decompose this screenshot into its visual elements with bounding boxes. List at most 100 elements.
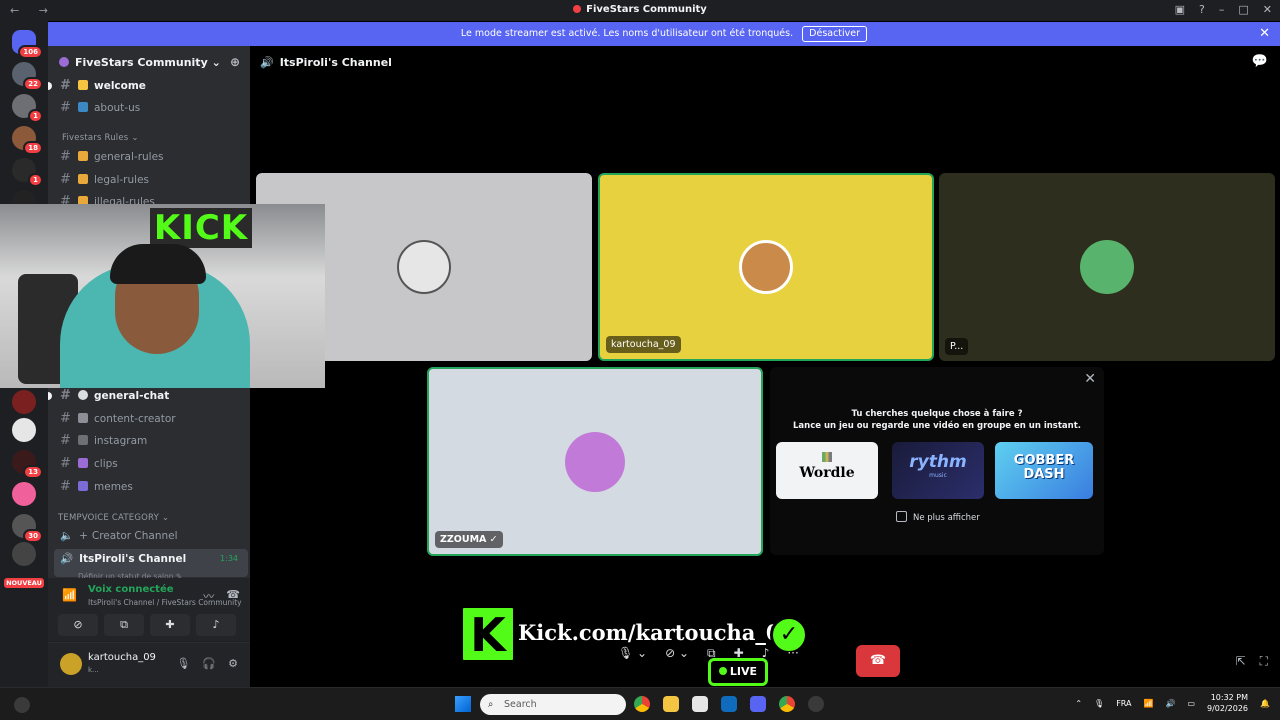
gear-icon[interactable]: ⚙: [228, 657, 238, 670]
user-controls: 🎙 🎧 ⚙: [176, 657, 238, 670]
voice-panel-actions: 〰 ☎: [203, 588, 240, 604]
discord-icon[interactable]: [750, 696, 766, 712]
mention-badge: 13: [23, 465, 43, 479]
system-tray: ⌃ 🎙 FRA 📶 🔊 ▭ 10:32 PM 9/02/2026 🔔: [1075, 692, 1270, 714]
soundboard-button[interactable]: ♪: [196, 614, 236, 636]
fullscreen-icon[interactable]: ⛶: [1260, 654, 1268, 669]
server-icon[interactable]: 13: [12, 450, 43, 479]
close-icon[interactable]: ✕: [1084, 371, 1096, 387]
taskbar-clock[interactable]: 10:32 PM 9/02/2026: [1207, 692, 1248, 714]
wordle-activity-card[interactable]: Wordle: [776, 442, 878, 499]
server-icon: [573, 5, 582, 13]
notification-bell-icon[interactable]: 🔔: [1260, 699, 1270, 708]
server-icon[interactable]: [12, 390, 36, 414]
category-tempvoice[interactable]: TEMPVOICE CATEGORY ⌄: [58, 513, 169, 523]
widgets-icon[interactable]: [14, 697, 30, 713]
disconnect-icon[interactable]: ☎: [226, 588, 240, 604]
banner-close-icon[interactable]: ✕: [1259, 22, 1270, 46]
chat-bubble-icon[interactable]: 💬: [1252, 54, 1268, 69]
server-icon[interactable]: [12, 418, 36, 442]
microphone-tray-icon[interactable]: 🎙: [1094, 699, 1104, 708]
category-fivestars-rules[interactable]: Fivestars Rules ⌄: [62, 133, 139, 143]
voice-status[interactable]: Voix connectée: [88, 584, 174, 595]
inbox-icon[interactable]: ▣: [1175, 3, 1185, 16]
rythm-activity-card[interactable]: rythm music: [892, 442, 984, 499]
participant-name: ZZOUMA ✓: [435, 531, 503, 548]
channel-content-creator[interactable]: # content-creator: [56, 409, 246, 429]
server-icon[interactable]: [12, 482, 36, 506]
signal-icon[interactable]: 📶: [62, 588, 77, 602]
taskbar-apps: [634, 696, 824, 712]
chrome-icon[interactable]: [634, 696, 650, 712]
participant-avatar: [397, 240, 451, 294]
server-icon[interactable]: 22: [12, 62, 43, 91]
mention-badge: 18: [23, 141, 43, 155]
server-icon[interactable]: 1: [12, 158, 43, 187]
webcam-overlay: KICK: [0, 204, 325, 388]
close-window-button[interactable]: ✕: [1263, 3, 1272, 16]
volume-icon[interactable]: 🔊: [1165, 699, 1175, 708]
store-icon[interactable]: [692, 696, 708, 712]
invite-icon[interactable]: ⊕: [230, 55, 240, 69]
maximize-button[interactable]: □: [1238, 3, 1248, 16]
activities-button[interactable]: ✚: [150, 614, 190, 636]
guild-header[interactable]: FiveStars Community ⌄ ⊕: [48, 46, 250, 78]
voice-channel-active[interactable]: 🔊 ItsPiroli's Channel 1:34 Définir un statu…: [54, 549, 248, 581]
channel-about-us[interactable]: # about-us: [56, 98, 246, 118]
help-icon[interactable]: ?: [1199, 3, 1205, 16]
server-icon[interactable]: 30: [12, 514, 43, 543]
dont-show-again-checkbox[interactable]: Ne plus afficher: [896, 511, 980, 523]
participant-tile-speaking[interactable]: ZZOUMA ✓: [427, 367, 763, 556]
channel-label: about-us: [94, 102, 141, 114]
participant-tile-speaking[interactable]: kartoucha_09: [598, 173, 934, 361]
more-options-icon[interactable]: ···: [787, 646, 798, 661]
participant-avatar: [1080, 240, 1134, 294]
guild-name: FiveStars Community ⌄: [75, 56, 221, 69]
participant-tile[interactable]: P...: [939, 173, 1275, 361]
battery-icon[interactable]: ▭: [1187, 699, 1195, 708]
headphones-icon[interactable]: 🎧: [202, 657, 216, 670]
channel-welcome[interactable]: # welcome: [48, 76, 246, 96]
microphone-icon[interactable]: 🎙 ⌄: [618, 646, 647, 661]
channel-general-rules[interactable]: # general-rules: [56, 147, 246, 167]
mail-icon[interactable]: [721, 696, 737, 712]
channel-instagram[interactable]: # instagram: [56, 431, 246, 451]
start-button-icon[interactable]: [455, 696, 471, 712]
checkbox-box[interactable]: [896, 511, 907, 522]
kick-channel-url: Kick.com/kartoucha_09: [518, 620, 796, 645]
server-icon[interactable]: [12, 542, 36, 566]
chrome-icon[interactable]: [779, 696, 795, 712]
channel-legal-rules[interactable]: # legal-rules: [56, 170, 246, 190]
streamer-cap: [110, 244, 206, 284]
live-badge: LIVE: [708, 658, 768, 686]
disconnect-call-button[interactable]: ☎: [856, 645, 900, 677]
user-avatar[interactable]: [60, 653, 82, 675]
screen-share-button[interactable]: ⧉: [104, 614, 144, 636]
popout-icon[interactable]: ⇱: [1236, 654, 1246, 669]
channel-clips[interactable]: # clips: [56, 454, 246, 474]
file-explorer-icon[interactable]: [663, 696, 679, 712]
taskbar-search[interactable]: ⌕ Search: [480, 694, 626, 715]
channel-label: instagram: [94, 435, 148, 447]
link-emoji-icon: [78, 413, 88, 423]
gobber-dash-activity-card[interactable]: GOBBER DASH: [995, 442, 1093, 499]
disable-streamer-button[interactable]: Désactiver: [802, 26, 868, 42]
server-icon[interactable]: 1: [12, 94, 43, 123]
noise-suppression-icon[interactable]: 〰: [203, 588, 214, 604]
server-icon[interactable]: 18: [12, 126, 43, 155]
camera-off-icon[interactable]: ⊘ ⌄: [665, 646, 689, 661]
obs-icon[interactable]: [808, 696, 824, 712]
chevron-up-icon[interactable]: ⌃: [1075, 699, 1082, 708]
minimize-button[interactable]: –: [1219, 3, 1225, 16]
microphone-icon[interactable]: 🎙: [176, 657, 190, 670]
language-indicator[interactable]: FRA: [1116, 699, 1131, 708]
participant-avatar: [739, 240, 793, 294]
home-server-icon[interactable]: 106: [12, 30, 43, 59]
channel-general-chat[interactable]: # general-chat: [48, 386, 246, 406]
speech-emoji-icon: [78, 390, 88, 400]
channel-memes[interactable]: # memes: [56, 477, 246, 497]
camera-off-button[interactable]: ⊘: [58, 614, 98, 636]
wifi-icon[interactable]: 📶: [1144, 699, 1154, 708]
clock-time: 10:32 PM: [1210, 693, 1249, 702]
voice-channel-creator[interactable]: 🔈 + Creator Channel: [54, 526, 248, 546]
